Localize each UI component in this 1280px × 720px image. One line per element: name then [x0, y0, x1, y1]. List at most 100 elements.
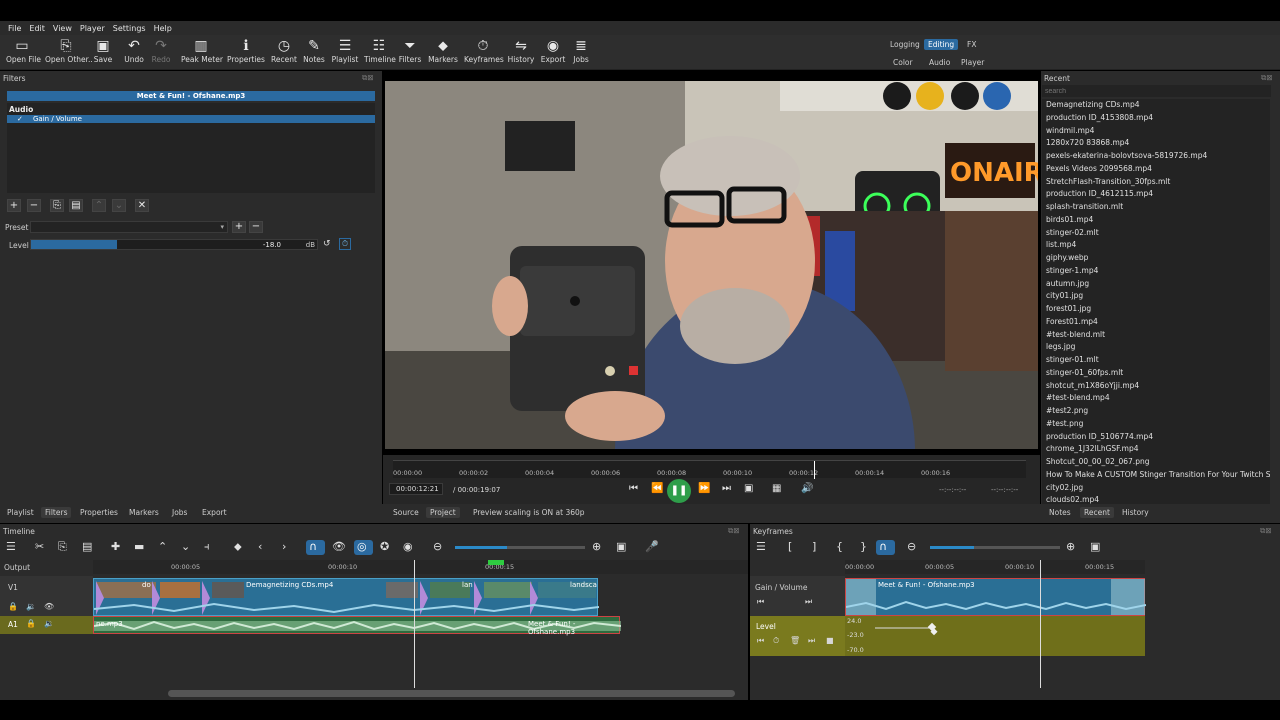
- keyframe-toggle-icon[interactable]: ⏱: [773, 636, 779, 646]
- recent-file-item[interactable]: autumn.jpg: [1042, 278, 1270, 291]
- zoom-in-icon[interactable]: ⊕: [1066, 540, 1075, 553]
- copy-filter-button[interactable]: ⎘: [50, 199, 64, 212]
- add-filter-button[interactable]: +: [7, 199, 21, 212]
- recent-file-item[interactable]: stinger-01_60fps.mlt: [1042, 367, 1270, 380]
- undo-button[interactable]: ↶ Undo: [123, 38, 145, 64]
- timeline-zoom-slider[interactable]: [455, 546, 585, 549]
- properties-button[interactable]: ℹ Properties: [227, 38, 265, 64]
- copy-icon[interactable]: ⎘: [58, 540, 67, 554]
- reset-icon[interactable]: ↺: [323, 239, 331, 249]
- stop-icon[interactable]: ■: [826, 636, 834, 645]
- recent-file-item[interactable]: production ID_4612115.mp4: [1042, 188, 1270, 201]
- recent-file-item[interactable]: Forest01.mp4: [1042, 316, 1270, 329]
- skip-next-icon[interactable]: ⏭: [722, 483, 731, 494]
- mode-player[interactable]: Player: [957, 57, 988, 68]
- set-filter-end-icon[interactable]: ]: [812, 540, 816, 553]
- prev-marker-icon[interactable]: ‹: [258, 540, 262, 553]
- scrub-icon[interactable]: 👁: [332, 540, 346, 553]
- paste-icon[interactable]: ▤: [82, 540, 92, 553]
- mode-logging[interactable]: Logging: [886, 39, 924, 50]
- preset-select[interactable]: ▾: [30, 221, 228, 233]
- player-ruler[interactable]: 00:00:00 00:00:02 00:00:04 00:00:06 00:0…: [393, 460, 1026, 479]
- skip-previous-icon[interactable]: ⏮: [629, 483, 638, 494]
- recent-file-item[interactable]: #test-blend.mlt: [1042, 329, 1270, 342]
- menu-player[interactable]: Player: [80, 24, 105, 33]
- zoom-in-icon[interactable]: ⊕: [592, 540, 601, 553]
- lock-icon[interactable]: 🔒: [26, 619, 36, 628]
- mode-editing[interactable]: Editing: [924, 39, 959, 50]
- mode-fx[interactable]: FX: [963, 39, 980, 50]
- next-keyframe-icon[interactable]: ⏭: [805, 597, 812, 607]
- zoom-fit-keyframes-icon[interactable]: ▣: [1090, 540, 1100, 553]
- mute-icon[interactable]: 🔉: [26, 602, 36, 611]
- position-timecode[interactable]: 00:00:12:21: [389, 483, 443, 495]
- timeline-scrollbar[interactable]: [168, 690, 735, 697]
- redo-button[interactable]: ↷ Redo: [150, 38, 172, 64]
- mute-icon[interactable]: 🔉: [44, 619, 54, 628]
- timeline-ruler[interactable]: 00:00:05 00:00:10 00:00:15: [93, 560, 748, 574]
- recent-file-item[interactable]: shotcut_m1X86oYjji.mp4: [1042, 380, 1270, 393]
- recent-file-item[interactable]: StretchFlash-Transition_30fps.mlt: [1042, 176, 1270, 189]
- tab-jobs[interactable]: Jobs: [168, 507, 191, 518]
- check-icon[interactable]: ✓: [17, 115, 23, 123]
- move-down-button[interactable]: ⌄: [112, 199, 126, 212]
- export-button[interactable]: ◉ Export: [540, 38, 566, 64]
- v1-track-header[interactable]: V1 🔒 🔉 👁: [0, 576, 93, 616]
- volume-icon[interactable]: 🔊: [801, 483, 813, 494]
- keyframe-toggle-icon[interactable]: ⏱: [339, 238, 351, 250]
- ripple-delete-icon[interactable]: ▬: [134, 540, 144, 553]
- tab-export[interactable]: Export: [198, 507, 231, 518]
- recent-search-input[interactable]: [1042, 85, 1271, 97]
- marker-add-icon[interactable]: ⬥: [234, 540, 242, 554]
- recent-file-item[interactable]: windmil.mp4: [1042, 125, 1270, 138]
- zoom-out-icon[interactable]: ⊖: [907, 540, 916, 553]
- set-filter-start-icon[interactable]: [: [788, 540, 792, 553]
- keyframe-playhead[interactable]: [1040, 560, 1041, 688]
- recent-file-item[interactable]: Demagnetizing CDs.mp4: [1042, 99, 1270, 112]
- timeline-playhead[interactable]: [414, 560, 415, 688]
- recent-file-item[interactable]: clouds02.mp4: [1042, 494, 1270, 504]
- jobs-button[interactable]: ≣ Jobs: [570, 38, 592, 64]
- recent-file-item[interactable]: stinger-02.mlt: [1042, 227, 1270, 240]
- v1-clip-strip[interactable]: Demagnetizing CDs.mp4 do lan landsca: [93, 578, 599, 616]
- ripple-markers-icon[interactable]: ◉: [403, 540, 413, 553]
- recent-file-item[interactable]: forest01.jpg: [1042, 303, 1270, 316]
- tab-source[interactable]: Source: [389, 507, 423, 518]
- mode-color[interactable]: Color: [889, 57, 917, 68]
- ripple-all-icon[interactable]: ✪: [380, 540, 389, 553]
- level-slider[interactable]: -18.0 dB: [30, 239, 318, 250]
- gain-volume-track-header[interactable]: Gain / Volume ⏮ ⏭: [750, 576, 845, 616]
- recent-file-item[interactable]: stinger-1.mp4: [1042, 265, 1270, 278]
- panel-float-icon[interactable]: ⧉⊠: [362, 73, 374, 83]
- recent-file-item[interactable]: city01.jpg: [1042, 290, 1270, 303]
- deselect-filter-button[interactable]: ✕: [135, 199, 149, 212]
- tab-markers[interactable]: Markers: [125, 507, 163, 518]
- keyframe-clip[interactable]: Meet & Fun! - Ofshane.mp3: [845, 578, 1146, 616]
- recent-file-item[interactable]: #test2.png: [1042, 405, 1270, 418]
- menu-help[interactable]: Help: [154, 24, 172, 33]
- move-up-button[interactable]: ⌃: [92, 199, 106, 212]
- notes-button[interactable]: ✎ Notes: [302, 38, 326, 64]
- overwrite-icon[interactable]: ⌄: [181, 540, 190, 553]
- recent-file-item[interactable]: #test-blend.mp4: [1042, 392, 1270, 405]
- record-audio-icon[interactable]: 🎤: [645, 540, 659, 553]
- recent-file-item[interactable]: list.mp4: [1042, 239, 1270, 252]
- remove-filter-button[interactable]: −: [27, 199, 41, 212]
- cut-icon[interactable]: ✂: [35, 540, 44, 553]
- recent-file-item[interactable]: pexels-ekaterina-bolovtsova-5819726.mp4: [1042, 150, 1270, 163]
- recent-file-item[interactable]: chrome_1J32lLhGSF.mp4: [1042, 443, 1270, 456]
- mode-audio[interactable]: Audio: [925, 57, 954, 68]
- zoom-fit-timeline-icon[interactable]: ▣: [616, 540, 626, 553]
- recent-file-item[interactable]: city02.jpg: [1042, 482, 1270, 495]
- a1-track-header[interactable]: A1 🔒 🔉: [0, 616, 93, 634]
- lock-icon[interactable]: 🔒: [8, 602, 18, 611]
- markers-button[interactable]: ⬥ Markers: [428, 38, 458, 64]
- recent-scrollbar[interactable]: [1271, 99, 1278, 504]
- delete-preset-button[interactable]: −: [249, 221, 263, 233]
- tab-project[interactable]: Project: [426, 507, 460, 518]
- tab-filters[interactable]: Filters: [41, 507, 72, 518]
- panel-float-icon[interactable]: ⧉⊠: [728, 526, 740, 536]
- recent-button[interactable]: ◷ Recent: [270, 38, 298, 64]
- filter-item-gain-volume[interactable]: ✓ Gain / Volume: [7, 115, 375, 123]
- marker-range[interactable]: [488, 560, 504, 565]
